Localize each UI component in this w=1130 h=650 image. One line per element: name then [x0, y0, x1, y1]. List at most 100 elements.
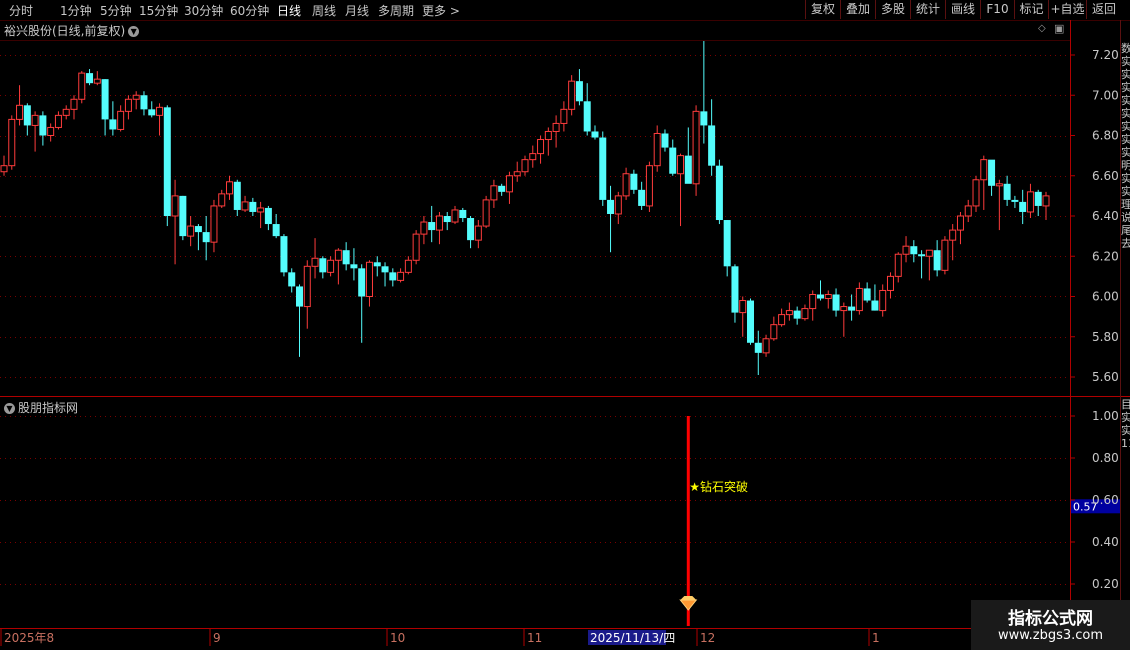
candle-up[interactable]: [365, 260, 373, 307]
candle-down[interactable]: [661, 129, 669, 152]
indicator-title[interactable]: ▼ 股朋指标网: [4, 399, 78, 416]
candle-down[interactable]: [731, 264, 739, 323]
candle-down[interactable]: [295, 284, 303, 357]
candle-down[interactable]: [583, 83, 591, 136]
candle-down[interactable]: [498, 183, 506, 196]
candle-down[interactable]: [86, 69, 94, 86]
candle-up[interactable]: [972, 175, 980, 212]
candle-up[interactable]: [124, 95, 132, 120]
candle-up[interactable]: [840, 302, 848, 337]
candle-up[interactable]: [692, 105, 700, 196]
candle-down[interactable]: [109, 101, 117, 136]
candle-up[interactable]: [529, 145, 537, 168]
candle-down[interactable]: [381, 262, 389, 287]
candle-down[interactable]: [459, 207, 467, 223]
chevron-down-icon[interactable]: ▼: [4, 403, 15, 414]
candle-down[interactable]: [148, 101, 156, 118]
candle-up[interactable]: [505, 171, 513, 204]
candle-down[interactable]: [179, 195, 187, 241]
candle-down[interactable]: [467, 216, 475, 249]
candle-down[interactable]: [319, 256, 327, 279]
candle-up[interactable]: [435, 211, 443, 245]
candle-down[interactable]: [272, 213, 280, 239]
candle-down[interactable]: [591, 125, 599, 140]
candle-down[interactable]: [708, 99, 716, 176]
candle-up[interactable]: [614, 191, 622, 225]
candle-down[interactable]: [630, 169, 638, 194]
candle-up[interactable]: [809, 290, 817, 321]
candle-up[interactable]: [257, 201, 265, 229]
candle-down[interactable]: [23, 103, 31, 136]
candle-down[interactable]: [793, 306, 801, 325]
candle-down[interactable]: [933, 240, 941, 277]
candle-up[interactable]: [482, 195, 490, 229]
candle-down[interactable]: [715, 159, 723, 225]
candle-down[interactable]: [669, 139, 677, 176]
candle-down[interactable]: [389, 268, 397, 287]
candle-down[interactable]: [871, 284, 879, 311]
candle-up[interactable]: [925, 249, 933, 281]
candle-up[interactable]: [855, 282, 863, 315]
candle-up[interactable]: [560, 101, 568, 132]
candle-up[interactable]: [544, 127, 552, 156]
candle-down[interactable]: [848, 294, 856, 321]
candle-down[interactable]: [264, 205, 272, 231]
candle-up[interactable]: [171, 179, 179, 265]
candle-down[interactable]: [373, 256, 381, 277]
candle-down[interactable]: [747, 298, 755, 345]
candle-down[interactable]: [233, 179, 241, 216]
candle-down[interactable]: [700, 40, 708, 144]
candle-up[interactable]: [941, 236, 949, 275]
candle-down[interactable]: [280, 234, 288, 277]
candle-down[interactable]: [194, 224, 202, 251]
candle-up[interactable]: [677, 153, 685, 227]
candle-down[interactable]: [1034, 189, 1042, 216]
candle-up[interactable]: [70, 95, 78, 120]
candle-up[interactable]: [156, 103, 164, 136]
candle-down[interactable]: [1019, 189, 1027, 225]
candle-down[interactable]: [863, 282, 871, 303]
candle-down[interactable]: [910, 240, 918, 263]
candle-up[interactable]: [568, 75, 576, 116]
candle-up[interactable]: [1026, 183, 1034, 219]
candle-up[interactable]: [537, 135, 545, 164]
candle-up[interactable]: [93, 71, 101, 86]
candle-down[interactable]: [988, 159, 996, 196]
candle-down[interactable]: [140, 91, 148, 116]
candle-down[interactable]: [443, 211, 451, 231]
candle-up[interactable]: [521, 155, 529, 176]
candle-up[interactable]: [412, 230, 420, 265]
candle-down[interactable]: [358, 264, 366, 343]
candle-up[interactable]: [474, 220, 482, 249]
candle-down[interactable]: [918, 250, 926, 279]
candle-down[interactable]: [202, 216, 210, 261]
candle-up[interactable]: [778, 308, 786, 327]
candle-up[interactable]: [54, 111, 62, 130]
candle-up[interactable]: [8, 115, 16, 170]
candle-up[interactable]: [1042, 191, 1050, 221]
candle-up[interactable]: [187, 216, 195, 247]
stock-title[interactable]: 裕兴股份(日线,前复权) ▼: [4, 22, 140, 39]
candle-up[interactable]: [334, 248, 342, 285]
candle-up[interactable]: [513, 161, 521, 182]
candle-up[interactable]: [964, 199, 972, 223]
candle-up[interactable]: [949, 224, 957, 261]
candle-up[interactable]: [801, 304, 809, 321]
candle-up[interactable]: [762, 334, 770, 357]
candle-up[interactable]: [404, 256, 412, 275]
candle-up[interactable]: [78, 71, 86, 104]
candle-down[interactable]: [1003, 175, 1011, 206]
candle-down[interactable]: [832, 288, 840, 317]
candle-up[interactable]: [210, 199, 218, 253]
panel-toggle-icon[interactable]: ▣: [1054, 22, 1064, 35]
candle-down[interactable]: [816, 280, 824, 301]
candle-up[interactable]: [0, 155, 8, 176]
candle-down[interactable]: [575, 69, 583, 106]
candle-up[interactable]: [31, 111, 39, 152]
candle-up[interactable]: [894, 252, 902, 283]
candle-down[interactable]: [428, 205, 436, 243]
candle-up[interactable]: [902, 236, 910, 263]
candle-up[interactable]: [552, 115, 560, 148]
candle-up[interactable]: [980, 155, 988, 210]
candle-down[interactable]: [249, 197, 257, 216]
